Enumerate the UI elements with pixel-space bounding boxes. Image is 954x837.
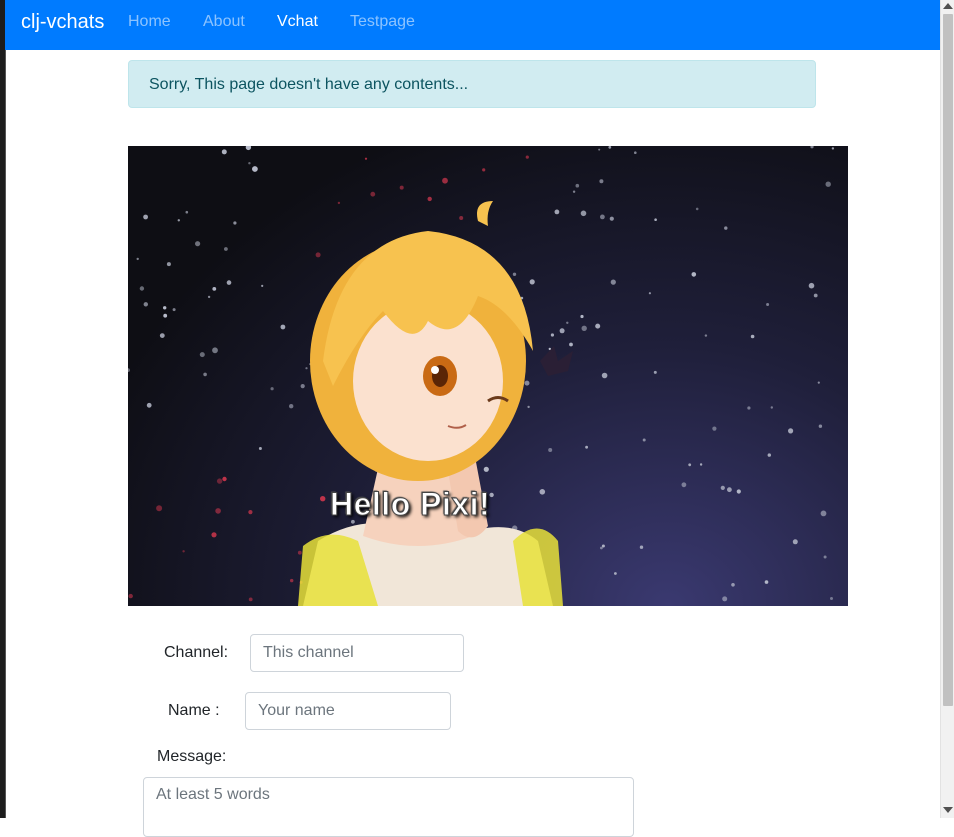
nav-link-home[interactable]: Home [128,13,171,31]
name-label: Name : [168,702,220,719]
info-alert: Sorry, This page doesn't have any conten… [128,60,816,108]
anime-girl-illustration [128,146,835,606]
navbar: clj-vchats Home About Vchat Testpage [5,0,940,50]
message-label: Message: [157,748,227,765]
message-textarea[interactable] [143,777,634,837]
scroll-up-arrow-icon[interactable] [943,3,953,9]
nav-link-about[interactable]: About [203,13,245,31]
nav-link-testpage[interactable]: Testpage [350,13,415,31]
nav-link-vchat[interactable]: Vchat [277,13,318,31]
scroll-thumb[interactable] [943,14,953,706]
channel-input[interactable] [250,634,464,672]
brand-logo-text[interactable]: clj-vchats [21,11,104,34]
window-left-edge [0,0,6,818]
stage-title-text: Hello Pixi! [329,486,491,523]
vertical-scrollbar[interactable] [940,0,954,818]
alert-message: Sorry, This page doesn't have any conten… [149,76,469,93]
name-input[interactable] [245,692,451,730]
channel-label: Channel: [164,644,229,661]
scroll-down-arrow-icon[interactable] [943,807,953,813]
pixi-canvas[interactable]: Hello Pixi! [128,146,848,606]
